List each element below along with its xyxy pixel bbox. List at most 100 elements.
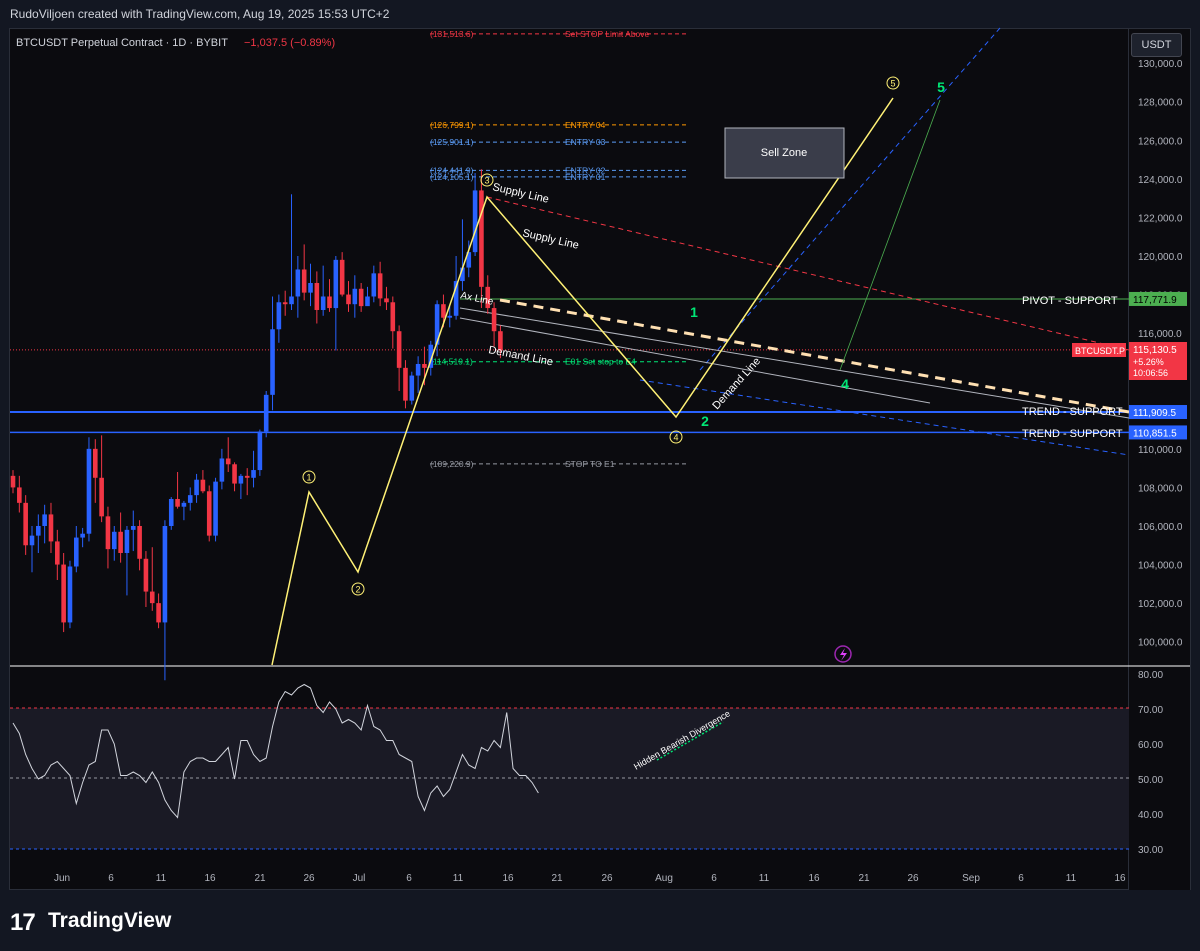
price-tick-label: 126,000.0 [1138,136,1183,147]
candle-body [206,491,212,536]
candle-body [358,288,364,307]
price-level-label: Set STOP Limit Above [565,29,650,39]
pivot-support-label: PIVOT - SUPPORT [1022,295,1118,307]
time-tick-label: 16 [502,873,514,884]
wave-circled-label: 2 [355,585,360,595]
candle-body [301,269,307,293]
candle-body [352,288,358,305]
price-tick-label: 102,000.0 [1138,599,1183,610]
candle-body [308,282,313,293]
candle-body [270,329,275,395]
candle-body [86,448,92,534]
candle-body [447,315,453,318]
candle-body [80,533,85,538]
candle-body [238,475,244,484]
candle-body [346,294,351,305]
time-tick-label: 26 [601,873,613,884]
demand-line-label: Demand Line [487,344,554,368]
candle-body [187,495,193,503]
price-level-label: STOP TO E1 [565,459,615,469]
wave-circled-label: 1 [306,473,311,483]
time-tick-label: 6 [1018,873,1024,884]
time-tick-label: 11 [156,873,167,884]
candle-body [55,541,60,565]
candle-body [251,470,256,478]
candle-body [371,273,377,297]
time-tick-label: 21 [254,873,266,884]
candle-body [10,475,16,488]
candle-body [244,475,250,478]
candle-body [194,479,199,496]
candle-body [143,558,149,592]
candle-body [225,458,231,465]
price-level-label: ENTRY 04 [565,120,606,130]
candle-body [327,296,332,309]
wave-circled-label: 3 [484,176,489,186]
time-tick-label: 11 [759,873,770,884]
trend1-price-tag: 111,909.5 [1133,408,1176,419]
candle-body [61,564,66,623]
change-legend: −1,037.5 (−0.89%) [244,37,335,49]
rsi-tick-label: 80.00 [1138,670,1163,681]
candle-body [213,481,218,536]
time-tick-label: 26 [303,873,315,884]
candle-body [415,363,421,376]
trend2-price-tag: 110,851.5 [1133,428,1177,439]
time-tick-label: Aug [655,873,673,884]
price-tick-label: 116,000.0 [1138,329,1182,340]
candle-body [111,531,117,550]
trend-support-label: TREND - SUPPORT [1022,406,1123,418]
wave-circled-label: 5 [890,79,895,89]
candle-body [181,502,187,507]
candle-body [441,304,446,318]
time-tick-label: 16 [1114,873,1126,884]
lightning-bolt-icon [840,648,847,661]
price-tick-label: 120,000.0 [1138,252,1183,263]
candle-body [137,525,142,559]
candle-body [295,269,301,297]
candle-body [472,190,478,253]
price-level-value: (131,513.6) [430,29,474,39]
price-level-value: (125,901.1) [430,137,474,147]
chart-svg: 130,000.0 128,000.0 126,000.0 124,000.0 122,… [10,27,1190,884]
candle-body [339,259,345,295]
candle-body [17,487,22,503]
time-tick-label: 6 [108,873,114,884]
candle-body [130,525,136,530]
tradingview-logo-icon: 17 [10,909,36,936]
candle-body [219,458,225,482]
candle-body [377,273,383,299]
demand-line-2 [459,307,1130,419]
pivot-price-tag: 117,771.9 [1133,295,1177,306]
countdown-tag: 10:06:56 [1133,368,1168,378]
time-tick-label: 21 [858,873,870,884]
candle-body [409,375,415,401]
wave-green-label: 4 [841,376,849,392]
price-tick-label: 108,000.0 [1138,483,1183,494]
candle-body [149,591,155,604]
candle-body [67,566,73,623]
price-tick-label: 100,000.0 [1138,638,1183,649]
candle-body [232,464,237,484]
price-tick-label: 122,000.0 [1138,213,1183,224]
rsi-tick-label: 40.00 [1138,810,1163,821]
price-tick-label: 106,000.0 [1138,522,1183,533]
candle-body [48,514,54,542]
rsi-tick-label: 50.00 [1138,775,1163,786]
supply-channel-line [486,196,1130,351]
time-tick-label: 26 [907,873,919,884]
time-tick-label: 6 [406,873,412,884]
candle-body [479,190,484,287]
time-tick-label: 16 [204,873,216,884]
time-tick-label: 11 [1066,873,1077,884]
candle-body [396,331,402,368]
trend-support-label: TREND - SUPPORT [1022,428,1123,440]
candle-body [403,367,408,401]
candle-body [105,516,111,550]
wave-green-label: 5 [937,79,945,95]
time-tick-label: 11 [453,873,464,884]
time-tick-label: Jul [353,873,366,884]
time-tick-label: 21 [551,873,563,884]
candle-body [276,302,282,330]
candle-body [491,308,497,332]
